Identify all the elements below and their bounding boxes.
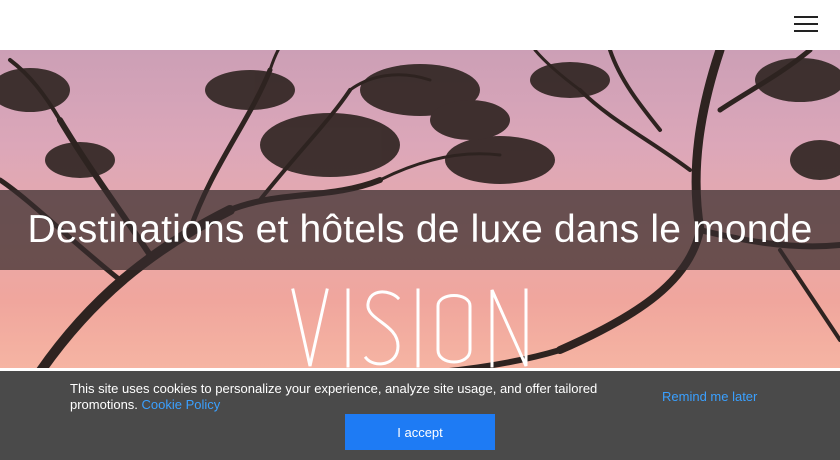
cookie-message: This site uses cookies to personalize yo… xyxy=(70,381,630,413)
accept-cookies-button[interactable]: I accept xyxy=(345,414,495,450)
remind-me-later-button[interactable]: Remind me later xyxy=(662,389,757,404)
hero-banner: Destinations et hôtels de luxe dans le m… xyxy=(0,50,840,372)
top-navbar xyxy=(0,0,840,50)
menu-line xyxy=(794,16,818,18)
cookie-banner: This site uses cookies to personalize yo… xyxy=(0,371,840,460)
hamburger-menu-icon[interactable] xyxy=(794,14,818,34)
menu-line xyxy=(794,30,818,32)
vision-logo xyxy=(291,288,528,368)
menu-line xyxy=(794,23,818,25)
title-band: Destinations et hôtels de luxe dans le m… xyxy=(0,190,840,270)
cookie-policy-link[interactable]: Cookie Policy xyxy=(142,397,221,412)
page-title: Destinations et hôtels de luxe dans le m… xyxy=(27,208,813,251)
